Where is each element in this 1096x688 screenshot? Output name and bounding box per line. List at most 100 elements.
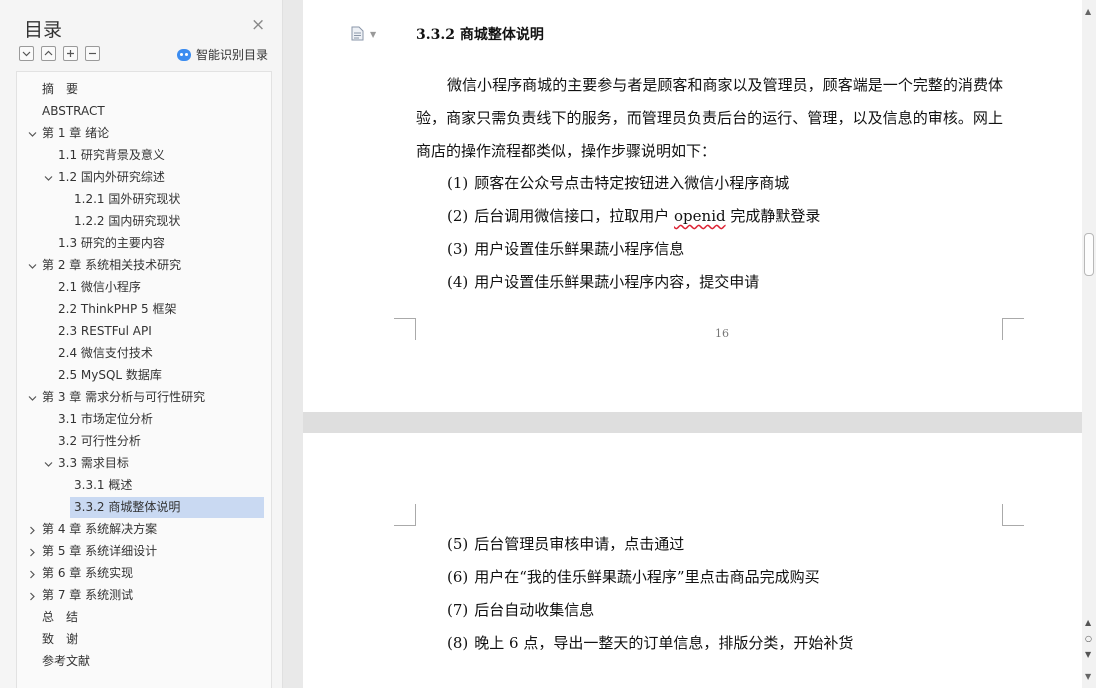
toc-toolbar: [19, 46, 100, 62]
toc-list: 摘 要 ABSTRACT 第 1 章 绪论 1.1 研究背景及意义 1.2 国内外研究综…: [16, 71, 272, 688]
toc-item-label: 2.5 MySQL 数据库: [58, 368, 162, 382]
chevron-down-icon[interactable]: ▼: [370, 30, 376, 39]
toc-item[interactable]: 参考文献: [42, 651, 90, 672]
close-icon[interactable]: ×: [251, 17, 265, 34]
robot-icon: [177, 48, 191, 61]
toc-item[interactable]: 第 3 章 需求分析与可行性研究: [28, 387, 206, 408]
document-page: ▼ 3.3.2 商城整体说明 微信小程序商城的主要参与者是顾客和商家以及管理员，…: [303, 0, 1082, 412]
list-item: (3) 用户设置佳乐鲜果蔬小程序信息: [447, 240, 685, 258]
chevron-right-icon[interactable]: [28, 526, 37, 535]
toc-item-label: 1.2.2 国内研究现状: [74, 214, 181, 228]
smart-toc-button[interactable]: 智能识别目录: [177, 46, 268, 63]
remove-heading-icon[interactable]: [85, 46, 100, 61]
toc-item[interactable]: 3.2 可行性分析: [58, 431, 141, 452]
spellcheck-word: openid: [674, 207, 726, 225]
crop-mark: [1002, 504, 1024, 526]
toc-item[interactable]: 1.1 研究背景及意义: [58, 145, 165, 166]
prev-page-icon[interactable]: ▲: [1085, 618, 1091, 627]
toc-item-label: 3.3.1 概述: [74, 478, 133, 492]
document-icon[interactable]: [351, 26, 364, 45]
list-item: (1) 顾客在公众号点击特定按钮进入微信小程序商城: [447, 174, 790, 192]
toc-item-label: 第 2 章 系统相关技术研究: [42, 258, 182, 272]
toc-item[interactable]: 1.2.2 国内研究现状: [74, 211, 180, 232]
list-item: (7) 后台自动收集信息: [447, 601, 595, 619]
toc-item-label: 2.2 ThinkPHP 5 框架: [58, 302, 177, 316]
select-browse-object-icon[interactable]: ○: [1085, 634, 1092, 643]
toc-item-label: 第 7 章 系统测试: [42, 588, 134, 602]
toc-item[interactable]: 3.3.2 商城整体说明: [70, 497, 264, 518]
toc-item-label: 参考文献: [42, 654, 91, 668]
chevron-right-icon[interactable]: [28, 570, 37, 579]
toc-item[interactable]: 摘 要: [42, 79, 78, 100]
list-item: (8) 晚上 6 点，导出一整天的订单信息，排版分类，开始补货: [447, 634, 854, 652]
chevron-right-icon[interactable]: [28, 592, 37, 601]
list-item: (2) 后台调用微信接口，拉取用户 openid 完成静默登录: [447, 207, 821, 225]
toc-item-label: 摘 要: [42, 82, 79, 96]
toc-item[interactable]: 2.3 RESTFul API: [58, 321, 152, 342]
list-item: (4) 用户设置佳乐鲜果蔬小程序内容，提交申请: [447, 273, 760, 291]
smart-toc-label: 智能识别目录: [196, 48, 269, 62]
pane-splitter[interactable]: [283, 0, 303, 688]
toc-item[interactable]: 致 谢: [42, 629, 78, 650]
toc-item-label: 第 4 章 系统解决方案: [42, 522, 158, 536]
chevron-down-icon[interactable]: [28, 394, 37, 403]
toc-item[interactable]: 3.1 市场定位分析: [58, 409, 153, 430]
toc-item[interactable]: 1.2 国内外研究综述: [44, 167, 165, 188]
body-paragraph: 微信小程序商城的主要参与者是顾客和商家以及管理员，顾客端是一个完整的消费体验，商…: [416, 76, 1003, 160]
vertical-scrollbar[interactable]: ▲ ▲ ○ ▼ ▼: [1082, 0, 1096, 688]
toc-item[interactable]: 第 7 章 系统测试: [30, 585, 134, 606]
toc-item[interactable]: 1.3 研究的主要内容: [58, 233, 165, 254]
toc-item-label: 2.1 微信小程序: [58, 280, 141, 294]
toc-item[interactable]: 2.1 微信小程序: [58, 277, 141, 298]
chevron-right-icon[interactable]: [28, 548, 37, 557]
crop-mark: [1002, 318, 1024, 340]
toc-item[interactable]: 第 4 章 系统解决方案: [30, 519, 158, 540]
toc-item-label: 1.2 国内外研究综述: [58, 170, 165, 184]
page-gap: [303, 412, 1082, 433]
chevron-down-icon[interactable]: [44, 174, 53, 183]
toc-item[interactable]: 2.2 ThinkPHP 5 框架: [58, 299, 176, 320]
crop-mark: [394, 318, 416, 340]
toc-item-label: 第 1 章 绪论: [42, 126, 110, 140]
toc-item-label: 3.1 市场定位分析: [58, 412, 153, 426]
toc-item[interactable]: 第 6 章 系统实现: [30, 563, 134, 584]
chevron-down-icon[interactable]: [44, 460, 53, 469]
toc-item-label: 1.2.1 国外研究现状: [74, 192, 181, 206]
toc-item-label: ABSTRACT: [42, 104, 105, 118]
toc-item[interactable]: ABSTRACT: [42, 101, 105, 122]
toc-item-label: 2.4 微信支付技术: [58, 346, 153, 360]
toc-item-label: 3.3.2 商城整体说明: [74, 500, 181, 514]
add-heading-icon[interactable]: [63, 46, 78, 61]
toc-item[interactable]: 第 2 章 系统相关技术研究: [28, 255, 182, 276]
scroll-down-arrow-icon[interactable]: ▼: [1085, 673, 1091, 681]
toc-item[interactable]: 2.5 MySQL 数据库: [58, 365, 162, 386]
toc-item-label: 第 5 章 系统详细设计: [42, 544, 158, 558]
toc-item[interactable]: 2.4 微信支付技术: [58, 343, 153, 364]
document-page: (5) 后台管理员审核申请，点击通过 (6) 用户在“我的佳乐鲜果蔬小程序”里点击商…: [303, 433, 1082, 688]
scroll-up-arrow-icon[interactable]: ▲: [1085, 8, 1091, 16]
toc-item-label: 第 3 章 需求分析与可行性研究: [42, 390, 206, 404]
toc-item-label: 1.3 研究的主要内容: [58, 236, 165, 250]
scrollbar-thumb[interactable]: [1084, 233, 1094, 276]
toc-item-label: 致 谢: [42, 632, 79, 646]
toc-item[interactable]: 3.3.1 概述: [74, 475, 132, 496]
chevron-down-icon[interactable]: [28, 262, 37, 271]
toc-item[interactable]: 1.2.1 国外研究现状: [74, 189, 180, 210]
toc-pane: 目录 × 智能识别目录 摘 要 ABSTRACT 第 1 章 绪论 1.1 研究背景及…: [0, 0, 283, 688]
toc-item-label: 1.1 研究背景及意义: [58, 148, 165, 162]
expand-all-icon[interactable]: [19, 46, 34, 61]
chevron-down-icon[interactable]: [28, 130, 37, 139]
page-number: 16: [715, 327, 729, 340]
toc-item[interactable]: 3.3 需求目标: [44, 453, 129, 474]
toc-item-label: 3.3 需求目标: [58, 456, 129, 470]
next-page-icon[interactable]: ▼: [1085, 650, 1091, 659]
list-item: (6) 用户在“我的佳乐鲜果蔬小程序”里点击商品完成购买: [447, 568, 820, 586]
toc-item-label: 总 结: [42, 610, 79, 624]
toc-title: 目录: [24, 19, 63, 41]
toc-item[interactable]: 总 结: [42, 607, 78, 628]
toc-item[interactable]: 第 5 章 系统详细设计: [30, 541, 158, 562]
toc-item-label: 第 6 章 系统实现: [42, 566, 134, 580]
collapse-all-icon[interactable]: [41, 46, 56, 61]
crop-mark: [394, 504, 416, 526]
toc-item[interactable]: 第 1 章 绪论: [28, 123, 110, 144]
